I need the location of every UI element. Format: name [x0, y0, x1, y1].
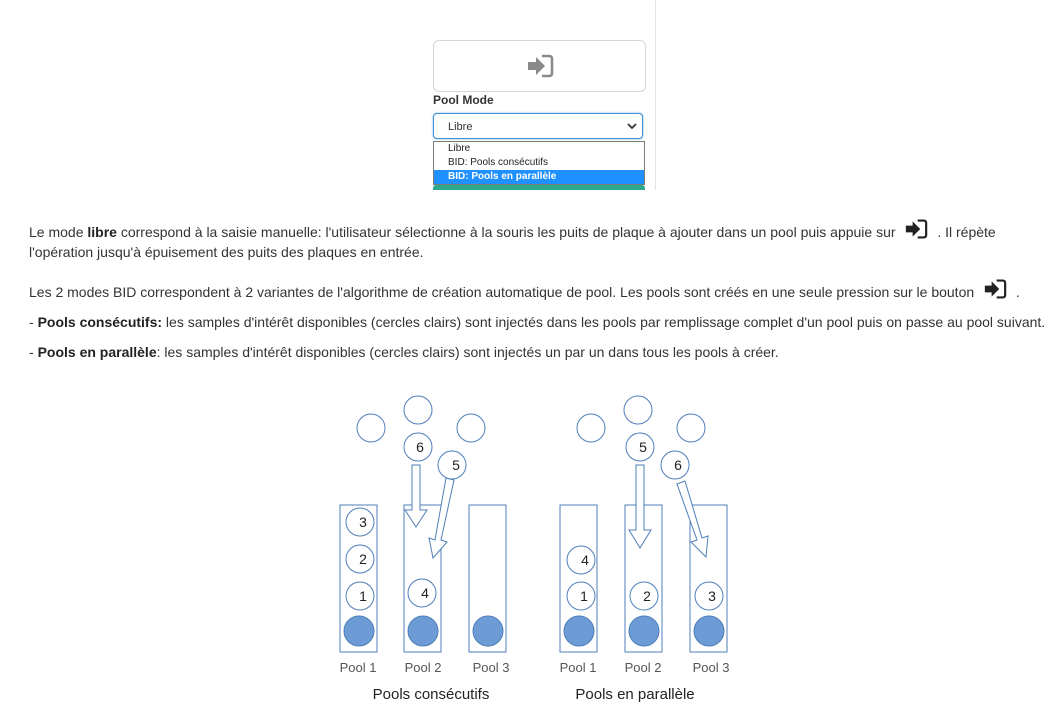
pool-mode-dropdown: Libre BID: Pools consécutifs BID: Pools …	[433, 141, 645, 185]
pool-label: Pool 1	[560, 660, 597, 675]
sign-in-icon	[527, 54, 553, 78]
sample-number: 3	[359, 514, 367, 530]
diagram-consecutifs: 3 2 1 4 6 5 Pool 1 Pool 2 Pool 3 Pools c…	[339, 395, 510, 703]
diagram-caption: Pools en parallèle	[575, 686, 694, 703]
pool-label: Pool 1	[340, 660, 377, 675]
text-run: -	[29, 344, 38, 360]
dropdown-option-bid-parallele[interactable]: BID: Pools en parallèle	[434, 170, 644, 184]
dropdown-option-libre[interactable]: Libre	[434, 142, 644, 156]
sample-circle	[356, 413, 386, 443]
sample-number: 3	[708, 588, 716, 604]
sign-in-icon	[906, 219, 928, 239]
bold-text: Pools en parallèle	[37, 344, 157, 360]
pool-label: Pool 3	[473, 660, 510, 675]
control-circle	[693, 615, 725, 647]
text-run: les samples d'intérêt disponibles (cercl…	[162, 314, 1046, 330]
sign-in-icon	[984, 279, 1007, 299]
sample-number: 5	[452, 457, 460, 473]
bold-text: Pools consécutifs:	[37, 314, 163, 330]
sample-number: 2	[359, 551, 367, 567]
paragraph-bid: Les 2 modes BID correspondent à 2 varian…	[29, 278, 1054, 302]
control-circle	[563, 615, 595, 647]
pool-mode-select[interactable]: Libre	[433, 113, 643, 139]
sample-circle	[403, 395, 433, 425]
partially-hidden-button	[433, 185, 645, 190]
pool-label: Pool 2	[405, 660, 442, 675]
sample-number: 4	[581, 552, 589, 568]
sample-number: 5	[639, 439, 647, 455]
sample-number: 4	[421, 585, 429, 601]
sample-number: 2	[643, 588, 651, 604]
sample-number: 6	[674, 457, 682, 473]
diagram-caption: Pools consécutifs	[373, 686, 490, 703]
control-circle	[628, 615, 660, 647]
panel-divider	[655, 0, 656, 190]
text-run: Le mode	[29, 224, 88, 240]
text-run: correspond à la saisie manuelle: l'utili…	[116, 224, 900, 240]
sample-circle	[623, 395, 653, 425]
chevron-down-icon	[627, 123, 637, 130]
sample-number: 1	[580, 588, 588, 604]
bold-text: libre	[87, 224, 117, 240]
sample-circle	[676, 413, 706, 443]
control-circle	[343, 615, 375, 647]
sample-circle	[456, 413, 486, 443]
diagram-parallele: 4 1 2 3 5 6 Pool 1 Pool 2 Pool 3 Pools e…	[559, 395, 730, 703]
sample-circle	[576, 413, 606, 443]
text-run: .	[1012, 284, 1020, 300]
pooling-diagram: .oc { fill:#fff; stroke:#4f7fb8; stroke-…	[339, 395, 730, 703]
text-run: Les 2 modes BID correspondent à 2 varian…	[29, 284, 979, 300]
dropdown-option-bid-consecutifs[interactable]: BID: Pools consécutifs	[434, 156, 644, 170]
sample-number: 1	[359, 588, 367, 604]
sample-number: 6	[416, 439, 424, 455]
control-circle	[407, 615, 439, 647]
pool-mode-label: Pool Mode	[433, 93, 494, 107]
paragraph-libre: Le mode libre correspond à la saisie man…	[29, 218, 1054, 262]
paragraph-parallele: - Pools en parallèle: les samples d'inté…	[29, 342, 1054, 362]
add-to-pool-button[interactable]	[433, 40, 646, 92]
text-run: -	[29, 314, 38, 330]
pool-label: Pool 2	[625, 660, 662, 675]
paragraph-consecutifs: - Pools consécutifs: les samples d'intér…	[29, 312, 1054, 332]
pool-mode-select-value: Libre	[448, 121, 473, 133]
pool-label: Pool 3	[693, 660, 730, 675]
text-run: : les samples d'intérêt disponibles (cer…	[156, 344, 779, 360]
control-circle	[472, 615, 504, 647]
